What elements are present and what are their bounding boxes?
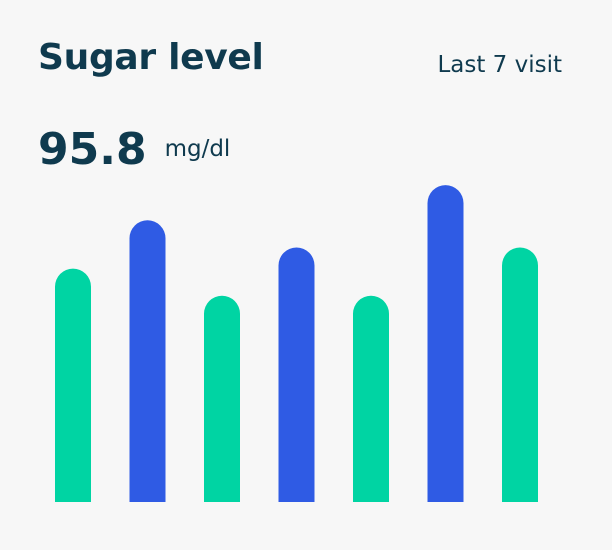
sugar-bar-chart <box>55 185 538 502</box>
bar-7[interactable] <box>502 247 538 502</box>
bar-3[interactable] <box>204 295 240 502</box>
bar-2[interactable] <box>129 220 166 502</box>
card-title: Sugar level <box>38 37 264 78</box>
sugar-level-card: Sugar level Last 7 visit 95.8 mg/dl <box>0 0 612 550</box>
range-label[interactable]: Last 7 visit <box>437 52 562 80</box>
bar-4[interactable] <box>278 247 315 502</box>
current-reading: 95.8 mg/dl <box>38 124 230 177</box>
bar-6[interactable] <box>427 185 464 502</box>
bar-1[interactable] <box>55 268 91 502</box>
reading-unit: mg/dl <box>164 136 231 162</box>
reading-value: 95.8 <box>38 124 147 175</box>
bar-5[interactable] <box>353 295 389 502</box>
